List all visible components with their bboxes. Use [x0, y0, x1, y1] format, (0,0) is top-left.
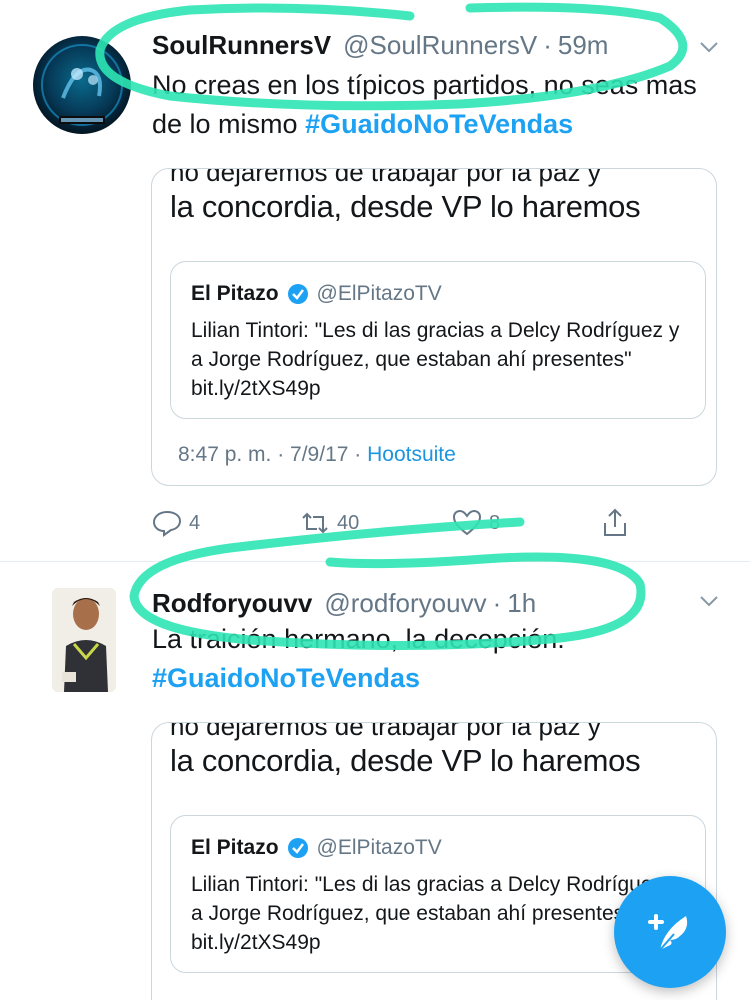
hashtag-link[interactable]: #GuaidoNoTeVendas [305, 109, 573, 139]
separator: · [492, 588, 502, 618]
hashtag-link[interactable]: #GuaidoNoTeVendas [152, 663, 420, 693]
chevron-down-icon[interactable] [698, 590, 720, 612]
avatar-image [41, 44, 123, 126]
compose-tweet-button[interactable] [614, 876, 726, 988]
quoted-tweet-card[interactable]: no dejaremos de trabajar por la paz y la… [151, 168, 717, 486]
avatar[interactable] [33, 36, 131, 134]
user-handle[interactable]: @SoulRunnersV [343, 30, 537, 61]
share-button[interactable] [599, 507, 631, 539]
retweet-count: 40 [337, 511, 360, 534]
chevron-down-icon[interactable] [698, 36, 720, 58]
quoted-text: la concordia, desde VP lo haremos [170, 743, 641, 778]
quoted-timestamp: 8:47 p. m. · 7/9/17 · [178, 443, 368, 466]
separator: · [543, 30, 552, 60]
reply-count: 4 [189, 511, 201, 534]
quoted-source-link[interactable]: Hootsuite [367, 443, 456, 466]
verified-badge-icon [287, 284, 308, 304]
display-name[interactable]: SoulRunnersV [152, 30, 331, 61]
user-handle[interactable]: @rodforyouvv [324, 588, 486, 619]
quoted-cut-text: no dejaremos de trabajar por la paz y [170, 722, 601, 741]
tweet-item[interactable]: SoulRunnersV @SoulRunnersV · 59m No crea… [0, 0, 750, 562]
avatar-image [52, 588, 116, 692]
reply-button[interactable]: 4 [151, 507, 200, 539]
nested-handle: @ElPitazoTV [316, 836, 442, 859]
nested-display-name: El Pitazo [191, 836, 279, 859]
tweet-actions: 4 40 8 [151, 507, 631, 547]
compose-tweet-icon [648, 914, 688, 951]
tweet-header: SoulRunnersV @SoulRunnersV · 59m [152, 30, 608, 61]
like-count: 8 [489, 511, 501, 534]
nested-handle: @ElPitazoTV [316, 282, 442, 305]
tweet-text-plain: La traición hermano, la decepción. [152, 624, 565, 654]
display-name[interactable]: Rodforyouvv [152, 588, 312, 619]
tweet-header: Rodforyouvv @rodforyouvv · 1h [152, 588, 536, 619]
tweet-text: La traición hermano, la decepción. #Guaid… [152, 620, 712, 698]
nested-header: El Pitazo @ElPitazoTV [191, 282, 442, 306]
heart-icon [452, 509, 482, 536]
avatar[interactable] [52, 588, 116, 692]
nested-quoted-tweet[interactable]: El Pitazo @ElPitazoTV Lilian Tintori: "L… [170, 261, 706, 419]
timestamp[interactable]: 59m [558, 30, 609, 61]
nested-display-name: El Pitazo [191, 282, 279, 305]
timestamp[interactable]: 1h [507, 588, 536, 619]
share-icon [604, 508, 626, 536]
quoted-text: la concordia, desde VP lo haremos [170, 189, 641, 224]
nested-header: El Pitazo @ElPitazoTV [191, 836, 442, 860]
nested-text: Lilian Tintori: "Les di las gracias a De… [191, 319, 680, 400]
quoted-cut-text: no dejaremos de trabajar por la paz y [170, 168, 601, 187]
reply-icon [152, 510, 182, 537]
like-button[interactable]: 8 [451, 507, 500, 539]
retweet-icon [302, 512, 328, 534]
retweet-button[interactable]: 40 [299, 507, 359, 539]
verified-badge-icon [287, 838, 308, 858]
tweet-text: No creas en los típicos partidos, no sea… [152, 66, 712, 144]
quoted-meta: 8:47 p. m. · 7/9/17 · Hootsuite [178, 443, 456, 467]
